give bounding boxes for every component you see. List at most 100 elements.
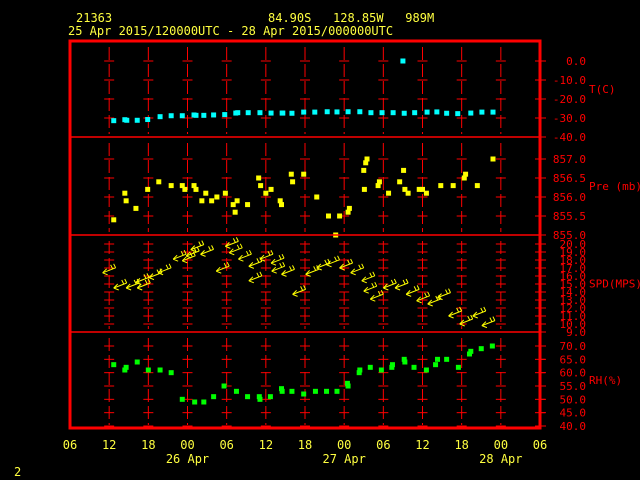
panel-label-wind_speed: SPD(MPS) [589, 278, 640, 291]
data-point-relative_humidity [435, 356, 441, 362]
data-point-temperature [168, 113, 174, 119]
data-point-pressure [301, 171, 307, 177]
data-point-pressure [438, 183, 444, 189]
data-point-pressure [258, 183, 264, 189]
data-point-pressure [314, 194, 320, 200]
x-tick-label: 12 [102, 438, 116, 452]
data-point-temperature [124, 117, 130, 123]
wind-arrow [416, 291, 431, 304]
data-point-pressure [474, 183, 480, 189]
data-point-pressure [376, 179, 382, 185]
data-point-relative_humidity [334, 388, 340, 394]
data-point-pressure [364, 156, 370, 162]
data-point-relative_humidity [312, 388, 318, 394]
x-tick-label: 12 [415, 438, 429, 452]
data-point-relative_humidity [433, 362, 439, 368]
x-tick-label: 12 [259, 438, 273, 452]
y-tick-label: -40.0 [553, 131, 586, 144]
data-point-relative_humidity [157, 367, 163, 373]
data-point-temperature [211, 112, 217, 118]
x-tick-label: 06 [376, 438, 390, 452]
data-point-temperature [111, 118, 117, 124]
data-point-temperature [490, 109, 496, 115]
data-point-relative_humidity [211, 394, 217, 400]
data-point-pressure [222, 190, 228, 196]
y-tick-label: 40.0 [560, 420, 587, 433]
data-point-temperature [245, 110, 251, 116]
y-tick-label: -20.0 [553, 93, 586, 106]
y-tick-label: -30.0 [553, 112, 586, 125]
meteogram-chart: 0.0 -10.0 -20.0 -30.0 -40.0 T(C) 857.0 856.5 856… [63, 39, 640, 466]
data-point-pressure [232, 209, 238, 215]
data-point-relative_humidity [221, 383, 227, 389]
data-point-temperature [157, 114, 163, 120]
y-tick-label: 55.0 [560, 380, 587, 393]
data-point-temperature [193, 112, 199, 118]
y-tick-label: 856.0 [553, 191, 586, 204]
data-point-pressure [122, 190, 128, 196]
data-point-temperature [312, 109, 318, 115]
data-point-relative_humidity [134, 359, 140, 365]
y-tick-label: 856.5 [553, 172, 586, 185]
wind-arrow [394, 278, 409, 291]
data-point-pressure [133, 205, 139, 211]
y-tick-label: -10.0 [553, 74, 586, 87]
wind-arrow [248, 271, 263, 284]
data-point-pressure [234, 198, 240, 204]
data-point-pressure [182, 186, 188, 192]
data-point-pressure [326, 213, 331, 219]
x-tick-label: 18 [141, 438, 155, 452]
wind-arrow [437, 288, 451, 301]
data-point-temperature [301, 109, 307, 115]
data-point-pressure [346, 205, 352, 211]
data-point-pressure [490, 156, 496, 162]
wind-arrow [270, 253, 285, 266]
data-point-temperature [412, 110, 418, 116]
y-tick-label: 65.0 [560, 353, 587, 366]
data-point-temperature [257, 110, 263, 116]
y-tick-label: 50.0 [560, 393, 587, 406]
wind-arrow [361, 271, 376, 284]
x-tick-label: 18 [298, 438, 312, 452]
data-point-relative_humidity [267, 394, 273, 400]
wind-arrow [363, 281, 378, 294]
data-point-relative_humidity [468, 348, 474, 354]
data-point-pressure [361, 186, 367, 192]
data-point-temperature [468, 110, 474, 116]
data-point-pressure [111, 217, 117, 223]
data-point-temperature [424, 109, 430, 115]
data-point-relative_humidity [357, 367, 363, 373]
data-point-pressure [288, 171, 294, 177]
data-point-temperature [145, 117, 151, 123]
date-label: 26 Apr [166, 452, 209, 466]
data-point-pressure [203, 190, 209, 196]
data-point-pressure [256, 175, 262, 181]
y-tick-label: 60.0 [560, 367, 587, 380]
data-point-pressure [268, 186, 274, 192]
data-point-relative_humidity [168, 370, 174, 376]
data-point-relative_humidity [489, 343, 495, 349]
data-point-relative_humidity [411, 364, 417, 370]
data-point-pressure [145, 186, 151, 192]
y-tick-label: 45.0 [560, 407, 587, 420]
wind-arrow [472, 306, 487, 319]
date-label: 28 Apr [479, 452, 522, 466]
wind-arrow [405, 285, 420, 297]
data-point-relative_humidity [478, 346, 484, 352]
y-tick-label: 0.0 [566, 55, 586, 68]
data-point-pressure [450, 183, 456, 189]
data-point-temperature [289, 110, 295, 116]
data-point-pressure [168, 183, 174, 189]
data-point-temperature [334, 109, 340, 115]
data-point-relative_humidity [345, 383, 351, 389]
wind-arrow [228, 243, 243, 256]
data-point-relative_humidity [201, 399, 207, 405]
data-point-relative_humidity [145, 367, 151, 373]
panel-label-temperature: T(C) [589, 83, 616, 96]
data-point-temperature [345, 109, 351, 115]
data-point-temperature [235, 110, 241, 116]
data-point-temperature [444, 110, 450, 116]
data-point-pressure [156, 179, 162, 185]
data-point-pressure [361, 167, 367, 173]
wind-arrow [200, 245, 215, 257]
